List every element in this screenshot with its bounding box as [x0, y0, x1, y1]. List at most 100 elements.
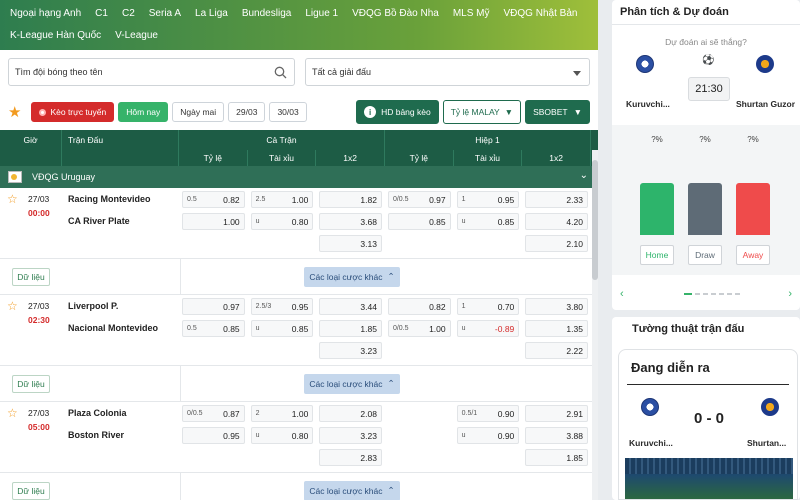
league-nav-link[interactable]: Bundesliga — [242, 8, 291, 19]
more-bets-button[interactable]: Các loại cược khác ⌃ — [304, 480, 400, 500]
odds-cell[interactable]: 2.10 — [525, 235, 588, 252]
odds-cell[interactable]: 0/0.5 1.00 — [387, 320, 451, 337]
odds-cell[interactable]: 3.23 — [319, 427, 382, 444]
away-team-name[interactable]: CA River Plate — [68, 215, 173, 237]
vote-percent: ?% — [747, 135, 759, 144]
league-nav-link[interactable]: VĐQG Bồ Đào Nha — [352, 8, 439, 19]
odds-cell[interactable]: 1 0.70 — [456, 298, 520, 315]
away-team-name[interactable]: Nacional Montevideo — [68, 322, 173, 344]
carousel-dots — [684, 293, 740, 295]
match-data-button[interactable]: Dữ liệu — [12, 267, 50, 286]
home-team-name[interactable]: Plaza Colonia — [68, 407, 173, 429]
odds-guide-button[interactable]: i HD bảng kèo — [356, 100, 439, 124]
carousel-dot[interactable] — [711, 293, 716, 295]
today-button[interactable]: Hôm nay — [118, 102, 169, 122]
odds-cell[interactable]: 2.91 — [525, 405, 588, 422]
favorite-star-icon[interactable]: ☆ — [7, 406, 18, 420]
live-score-panel[interactable]: Đang diễn ra 0 - 0 Kuruvchi... Shurtan..… — [618, 349, 798, 500]
league-nav-link[interactable]: MLS Mỹ — [453, 8, 490, 19]
league-group-row[interactable]: VĐQG Uruguay ⌄ — [0, 166, 598, 188]
team-search-input[interactable]: Tìm đội bóng theo tên — [8, 58, 295, 86]
carousel-dot[interactable] — [703, 293, 708, 295]
odds-cell[interactable]: 1.85 — [319, 320, 382, 337]
odds-cell[interactable]: u 0.80 — [250, 213, 314, 230]
home-team-name: Kuruvchi... — [626, 99, 670, 109]
odds-cell[interactable]: 0/0.5 0.87 — [182, 405, 245, 422]
odds-cell[interactable]: 2.33 — [525, 191, 588, 208]
league-nav-link[interactable]: Ligue 1 — [305, 8, 338, 19]
odds-cell[interactable]: 3.68 — [319, 213, 382, 230]
date-29-button[interactable]: 29/03 — [228, 102, 266, 122]
date-30-button[interactable]: 30/03 — [269, 102, 307, 122]
league-nav-link[interactable]: VĐQG Nhật Bản — [504, 8, 578, 19]
odds-cell[interactable]: 3.23 — [319, 342, 382, 359]
away-team-name[interactable]: Boston River — [68, 429, 173, 451]
odds-cell[interactable]: 1.82 — [319, 191, 382, 208]
odds-cell-empty — [388, 449, 451, 466]
chevron-left-icon[interactable]: ‹ — [620, 288, 624, 300]
carousel-dot[interactable] — [735, 293, 740, 295]
odds-cell[interactable]: 4.20 — [525, 213, 588, 230]
odds-cell[interactable]: u -0.89 — [456, 320, 520, 337]
odds-format-select[interactable]: Tỷ lệ MALAY ▼ — [442, 100, 522, 124]
odds-cell[interactable]: 3.44 — [319, 298, 382, 315]
odds-cell[interactable]: 0/0.5 0.97 — [387, 191, 451, 208]
odds-cell[interactable]: 0.5/1 0.90 — [456, 405, 520, 422]
live-odds-button[interactable]: Kèo trực tuyến — [31, 102, 115, 122]
odds-cell[interactable]: u 0.85 — [250, 320, 314, 337]
odds-cell[interactable]: 2.5 1.00 — [250, 191, 314, 208]
vote-home-button[interactable]: Home — [640, 245, 674, 265]
odds-cell[interactable]: 2 1.00 — [250, 405, 314, 422]
match-data-button[interactable]: Dữ liệu — [12, 374, 50, 393]
more-bets-button[interactable]: Các loại cược khác ⌃ — [304, 373, 400, 394]
odds-cell[interactable]: 2.83 — [319, 449, 382, 466]
league-select[interactable]: Tất cả giải đấu — [305, 58, 590, 86]
odds-cell[interactable]: u 0.90 — [456, 427, 520, 444]
favorite-star-icon[interactable]: ★ — [8, 103, 21, 121]
match-data-button[interactable]: Dữ liệu — [12, 481, 50, 500]
carousel-dot[interactable] — [719, 293, 724, 295]
odds-cell[interactable]: 0.82 — [387, 298, 451, 315]
scrollbar[interactable] — [592, 150, 598, 500]
odds-cell[interactable]: 0.97 — [182, 298, 245, 315]
vote-draw-button[interactable]: Draw — [688, 245, 722, 265]
odds-cell[interactable]: 0.5 0.85 — [182, 320, 245, 337]
favorite-star-icon[interactable]: ☆ — [7, 192, 18, 206]
league-nav-link[interactable]: Ngoại hạng Anh — [10, 8, 81, 19]
chevron-right-icon[interactable]: › — [788, 288, 792, 300]
league-nav-link[interactable]: K-League Hàn Quốc — [10, 30, 101, 41]
league-nav-link[interactable]: C2 — [122, 8, 135, 19]
odds-cell[interactable]: 3.80 — [525, 298, 588, 315]
odds-cell[interactable]: 1.35 — [525, 320, 588, 337]
home-team-name[interactable]: Liverpool P. — [68, 300, 173, 322]
odds-cell[interactable]: 1.00 — [182, 213, 245, 230]
odds-cell[interactable]: 0.5 0.82 — [182, 191, 245, 208]
odds-cell[interactable]: u 0.85 — [456, 213, 520, 230]
odds-cell[interactable]: 1 0.95 — [456, 191, 520, 208]
favorite-star-icon[interactable]: ☆ — [7, 299, 18, 313]
more-bets-label: Các loại cược khác — [309, 485, 383, 496]
odds-cell[interactable]: u 0.80 — [250, 427, 314, 444]
chevron-down-icon[interactable]: ⌄ — [580, 170, 588, 181]
odds-cell[interactable]: 2.22 — [525, 342, 588, 359]
home-team-name[interactable]: Racing Montevideo — [68, 193, 173, 215]
carousel-dot[interactable] — [684, 293, 692, 295]
more-bets-button[interactable]: Các loại cược khác ⌃ — [304, 266, 400, 287]
carousel-dot[interactable] — [727, 293, 732, 295]
vote-away-button[interactable]: Away — [736, 245, 770, 265]
scrollbar-thumb[interactable] — [592, 160, 598, 280]
odds-cell[interactable]: 0.95 — [182, 427, 245, 444]
bookmaker-select[interactable]: SBOBET ▼ — [525, 100, 590, 124]
odds-cell[interactable]: 1.85 — [525, 449, 588, 466]
league-nav-link[interactable]: Seria A — [149, 8, 181, 19]
tomorrow-button[interactable]: Ngày mai — [172, 102, 225, 122]
league-nav-link[interactable]: La Liga — [195, 8, 228, 19]
odds-cell[interactable]: 2.5/3 0.95 — [250, 298, 314, 315]
odds-cell[interactable]: 3.88 — [525, 427, 588, 444]
odds-cell[interactable]: 3.13 — [319, 235, 382, 252]
league-nav-link[interactable]: V-League — [115, 30, 158, 41]
odds-cell[interactable]: 0.85 — [387, 213, 451, 230]
odds-cell[interactable]: 2.08 — [319, 405, 382, 422]
league-nav-link[interactable]: C1 — [95, 8, 108, 19]
carousel-dot[interactable] — [695, 293, 700, 295]
